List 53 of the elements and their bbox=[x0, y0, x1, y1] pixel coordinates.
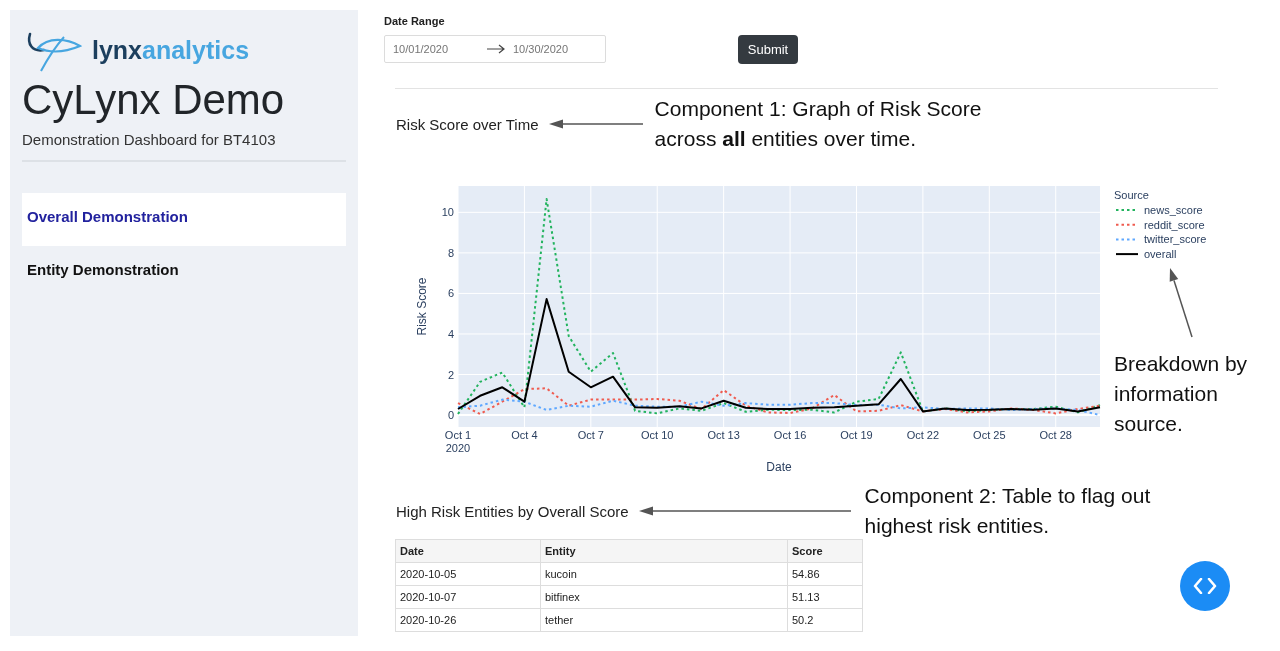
legend-line-icon[interactable] bbox=[1115, 253, 1139, 256]
end-date-input[interactable]: 10/30/2020 bbox=[513, 43, 591, 55]
annotation-text: Component 2: Table to flag out highest risk entities. bbox=[864, 483, 1152, 539]
nav-item[interactable]: Entity Demonstration bbox=[22, 246, 346, 299]
y-tick-label: 0 bbox=[447, 409, 454, 422]
logo-wordmark: lynxanalytics bbox=[92, 35, 250, 65]
y-axis-title: Risk Score bbox=[415, 277, 429, 336]
y-tick-label: 8 bbox=[447, 246, 454, 259]
x-tick-label: Oct 7 bbox=[577, 429, 604, 441]
column-header: Date bbox=[395, 539, 541, 563]
table-cell: 2020-10-05 bbox=[395, 562, 541, 586]
x-tick-label: Oct 28 bbox=[1039, 429, 1072, 441]
legend-label[interactable]: overall bbox=[1144, 248, 1177, 261]
x-axis-title: Date bbox=[766, 460, 792, 474]
table-cell: kucoin bbox=[540, 562, 788, 586]
start-date-input[interactable]: 10/01/2020 bbox=[393, 43, 471, 55]
column-header: Score bbox=[787, 539, 863, 563]
legend-title: Source bbox=[1114, 189, 1149, 201]
section-title: High Risk Entities by Overall Score bbox=[396, 502, 629, 520]
x-tick-label: Oct 22 bbox=[906, 429, 940, 441]
annotation-text: Component 1: Graph of Risk Score across all entities over time. bbox=[654, 96, 983, 152]
submit-button[interactable]: Submit bbox=[738, 34, 798, 64]
date-range-label: Date Range bbox=[384, 15, 446, 27]
y-tick-label: 4 bbox=[447, 327, 454, 340]
x-tick-label: Oct 1 2020 bbox=[444, 429, 472, 454]
section-title: Risk Score over Time bbox=[396, 115, 539, 133]
table-cell: 2020-10-07 bbox=[395, 585, 541, 609]
floating-action-button[interactable] bbox=[1180, 561, 1230, 611]
x-tick-label: Oct 10 bbox=[641, 429, 674, 441]
y-tick-label: 2 bbox=[447, 368, 454, 381]
column-header: Entity bbox=[540, 539, 788, 563]
legend-label[interactable]: news_score bbox=[1144, 204, 1203, 216]
y-tick-label: 6 bbox=[447, 287, 454, 300]
x-tick-label: Oct 19 bbox=[840, 429, 873, 441]
table-cell: 2020-10-26 bbox=[395, 608, 541, 632]
angle-brackets-icon bbox=[1193, 578, 1217, 594]
arrow-right-icon bbox=[487, 44, 505, 54]
app-subtitle: Demonstration Dashboard for BT4103 bbox=[22, 130, 277, 150]
table-cell: tether bbox=[540, 608, 788, 632]
x-tick-label: Oct 13 bbox=[707, 429, 740, 441]
annotation-arrow bbox=[1169, 267, 1193, 338]
y-tick-label: 10 bbox=[441, 206, 454, 219]
swoosh-logo-icon bbox=[26, 32, 82, 72]
legend-label[interactable]: twitter_score bbox=[1144, 233, 1207, 246]
x-tick-label: Oct 16 bbox=[773, 429, 807, 441]
app-title: CyLynx Demo bbox=[22, 75, 286, 125]
x-tick-label: Oct 25 bbox=[973, 429, 1006, 441]
date-range-field[interactable]: 10/01/2020 10/30/2020 bbox=[384, 35, 606, 63]
table-cell: bitfinex bbox=[540, 585, 788, 609]
legend-label[interactable]: reddit_score bbox=[1144, 218, 1205, 231]
x-tick-label: Oct 4 bbox=[511, 429, 538, 441]
annotation-text: Breakdown by information source. bbox=[1114, 351, 1249, 437]
nav-item[interactable]: Overall Demonstration bbox=[22, 193, 346, 246]
